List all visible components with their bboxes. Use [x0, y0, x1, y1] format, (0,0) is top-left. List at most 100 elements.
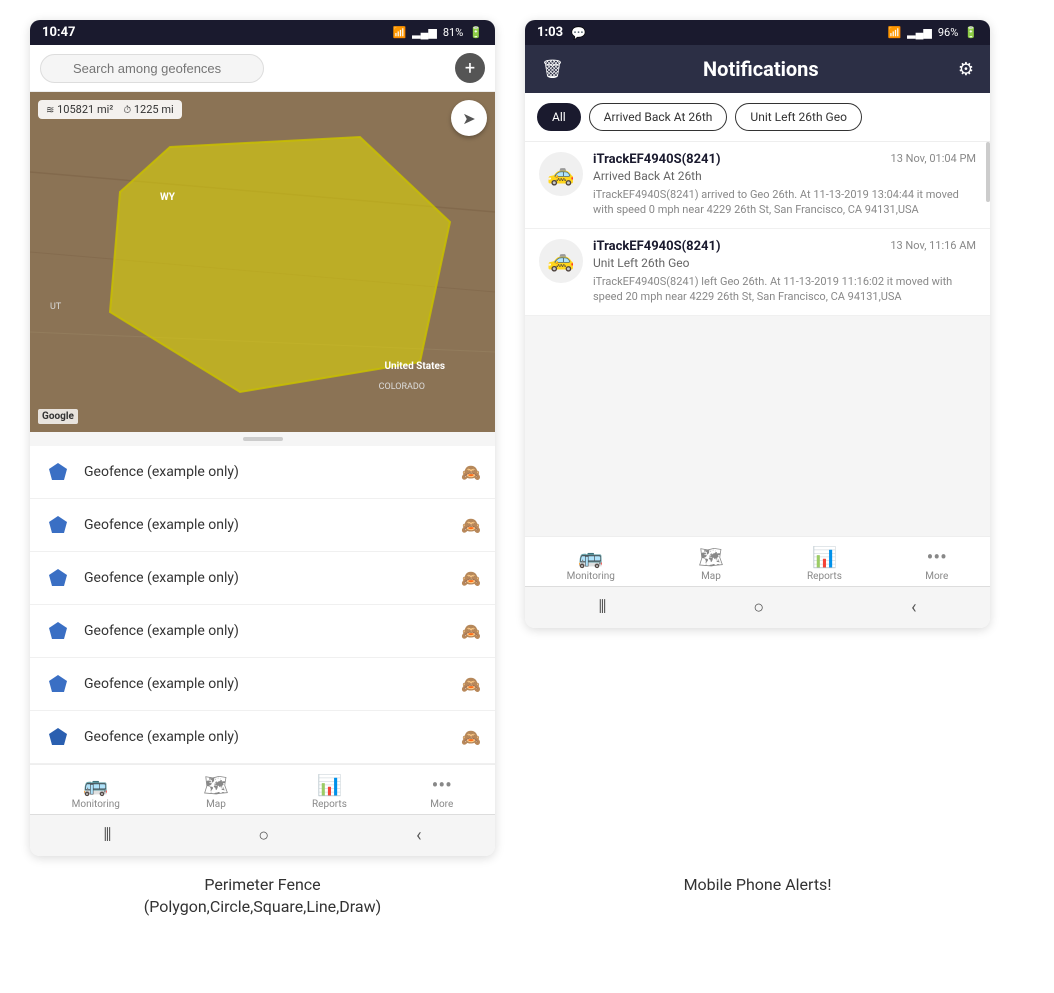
map-area-stat: ≋ 105821 mi²: [46, 103, 113, 116]
scroll-thumb[interactable]: [986, 142, 990, 202]
notification-list-wrapper: 🚕 iTrackEF4940S(8241) 13 Nov, 01:04 PM A…: [525, 142, 990, 536]
nav-reports[interactable]: 📊 Reports: [312, 773, 347, 810]
signal-icon-right: ▂▄▆: [907, 26, 932, 39]
list-item[interactable]: Geofence (example only) 🙈: [30, 552, 495, 605]
more-icon: •••: [432, 773, 452, 797]
nav-map-label-right: Map: [701, 571, 721, 582]
battery-icon-left: 🔋: [469, 26, 483, 39]
android-home-btn[interactable]: ○: [258, 825, 269, 846]
nav-reports-label-right: Reports: [807, 571, 842, 582]
add-geofence-button[interactable]: +: [455, 53, 485, 83]
geofence-shape-icon: [44, 458, 72, 486]
notification-row1: iTrackEF4940S(8241) 13 Nov, 01:04 PM: [593, 152, 976, 167]
list-item[interactable]: Geofence (example only) 🙈: [30, 446, 495, 499]
list-item[interactable]: Geofence (example only) 🙈: [30, 605, 495, 658]
wifi-icon-right: 📶: [887, 26, 901, 39]
filter-tab-left[interactable]: Unit Left 26th Geo: [735, 103, 862, 131]
notification-content: iTrackEF4940S(8241) 13 Nov, 01:04 PM Arr…: [593, 152, 976, 218]
caption-right-text: Mobile Phone Alerts!: [525, 866, 990, 900]
visibility-icon[interactable]: 🙈: [461, 516, 481, 535]
notification-event: Arrived Back At 26th: [593, 169, 976, 183]
battery-left: 81%: [443, 26, 463, 39]
search-input[interactable]: [40, 54, 264, 83]
reports-icon-right: 📊: [812, 545, 837, 569]
notification-time: 13 Nov, 11:16 AM: [890, 239, 976, 252]
status-bar-left: 10:47 📶 ▂▄▆ 81% 🔋: [30, 20, 495, 45]
nav-more-label: More: [430, 799, 453, 810]
battery-icon-right: 🔋: [964, 26, 978, 39]
list-item[interactable]: Geofence (example only) 🙈: [30, 711, 495, 764]
nav-more-right[interactable]: ••• More: [925, 545, 948, 582]
map-compass-button[interactable]: ➤: [451, 100, 487, 136]
notification-description: iTrackEF4940S(8241) left Geo 26th. At 11…: [593, 274, 976, 305]
captions-row: Perimeter Fence(Polygon,Circle,Square,Li…: [0, 866, 1054, 923]
car-avatar: 🚕: [539, 239, 583, 283]
wifi-icon: 📶: [392, 26, 406, 39]
android-back-btn-right[interactable]: ‹: [911, 597, 916, 618]
nav-reports-label: Reports: [312, 799, 347, 810]
filter-tabs: All Arrived Back At 26th Unit Left 26th …: [525, 93, 990, 142]
nav-monitoring-label-right: Monitoring: [567, 571, 615, 582]
list-item[interactable]: Geofence (example only) 🙈: [30, 658, 495, 711]
map-stats: ≋ 105821 mi² ⏱ 1225 mi: [38, 100, 182, 119]
car-avatar: 🚕: [539, 152, 583, 196]
geofence-name: Geofence (example only): [84, 623, 449, 639]
nav-monitoring-label: Monitoring: [72, 799, 120, 810]
reports-icon: 📊: [317, 773, 342, 797]
nav-more-label-right: More: [925, 571, 948, 582]
android-nav-left: ⦀ ○ ‹: [30, 814, 495, 856]
nav-monitoring-right[interactable]: 🚌 Monitoring: [567, 545, 615, 582]
nav-more[interactable]: ••• More: [430, 773, 453, 810]
search-wrapper: 🔍: [40, 54, 447, 83]
notification-description: iTrackEF4940S(8241) arrived to Geo 26th.…: [593, 187, 976, 218]
android-back-btn[interactable]: ‹: [416, 825, 421, 846]
visibility-icon[interactable]: 🙈: [461, 622, 481, 641]
geofence-shape-icon: [44, 723, 72, 751]
map-label-us: United States: [384, 361, 445, 372]
map-label-wy: WY: [160, 192, 175, 203]
map-icon-right: 🗺: [698, 545, 723, 569]
android-home-btn-right[interactable]: ○: [753, 597, 764, 618]
geofence-name: Geofence (example only): [84, 570, 449, 586]
map-label-ut: UT: [50, 302, 61, 312]
bottom-nav-right: 🚌 Monitoring 🗺 Map 📊 Reports ••• More: [525, 536, 990, 586]
page-title: Notifications: [703, 57, 819, 81]
notification-item[interactable]: 🚕 iTrackEF4940S(8241) 13 Nov, 01:04 PM A…: [525, 142, 990, 229]
geofence-shape-icon: [44, 564, 72, 592]
more-icon-right: •••: [927, 545, 947, 569]
status-icons-right: 📶 ▂▄▆ 96% 🔋: [887, 26, 978, 39]
notification-item[interactable]: 🚕 iTrackEF4940S(8241) 13 Nov, 11:16 AM U…: [525, 229, 990, 316]
nav-map-right[interactable]: 🗺 Map: [698, 545, 723, 582]
visibility-icon[interactable]: 🙈: [461, 463, 481, 482]
map-icon: 🗺: [203, 773, 228, 797]
time-right: 1:03: [537, 25, 563, 40]
nav-map[interactable]: 🗺 Map: [203, 773, 228, 810]
caption-left: Perimeter Fence(Polygon,Circle,Square,Li…: [30, 866, 495, 923]
nav-monitoring[interactable]: 🚌 Monitoring: [72, 773, 120, 810]
scroll-bar: [243, 437, 283, 441]
delete-icon[interactable]: 🗑: [541, 59, 564, 80]
settings-icon[interactable]: ⚙: [958, 59, 974, 80]
visibility-icon[interactable]: 🙈: [461, 675, 481, 694]
monitoring-icon-right: 🚌: [578, 545, 603, 569]
visibility-icon[interactable]: 🙈: [461, 728, 481, 747]
visibility-icon[interactable]: 🙈: [461, 569, 481, 588]
android-menu-btn-right[interactable]: ⦀: [598, 597, 606, 618]
android-nav-right: ⦀ ○ ‹: [525, 586, 990, 628]
geofence-name: Geofence (example only): [84, 729, 449, 745]
geofence-list: Geofence (example only) 🙈 Geofence (exam…: [30, 446, 495, 764]
geofence-polygon: [30, 92, 495, 432]
bottom-nav-left: 🚌 Monitoring 🗺 Map 📊 Reports ••• More: [30, 764, 495, 814]
map-label-co: COLORADO: [379, 382, 425, 392]
geofence-name: Geofence (example only): [84, 464, 449, 480]
map-area: ≋ 105821 mi² ⏱ 1225 mi ➤ WY UT United St…: [30, 92, 495, 432]
nav-reports-right[interactable]: 📊 Reports: [807, 545, 842, 582]
caption-left-text: Perimeter Fence(Polygon,Circle,Square,Li…: [30, 866, 495, 923]
android-menu-btn[interactable]: ⦀: [103, 825, 111, 846]
filter-tab-all[interactable]: All: [537, 103, 581, 131]
battery-right: 96%: [938, 26, 958, 39]
filter-tab-arrived[interactable]: Arrived Back At 26th: [589, 103, 728, 131]
list-item[interactable]: Geofence (example only) 🙈: [30, 499, 495, 552]
notification-time: 13 Nov, 01:04 PM: [891, 152, 976, 165]
time-left: 10:47: [42, 25, 76, 40]
